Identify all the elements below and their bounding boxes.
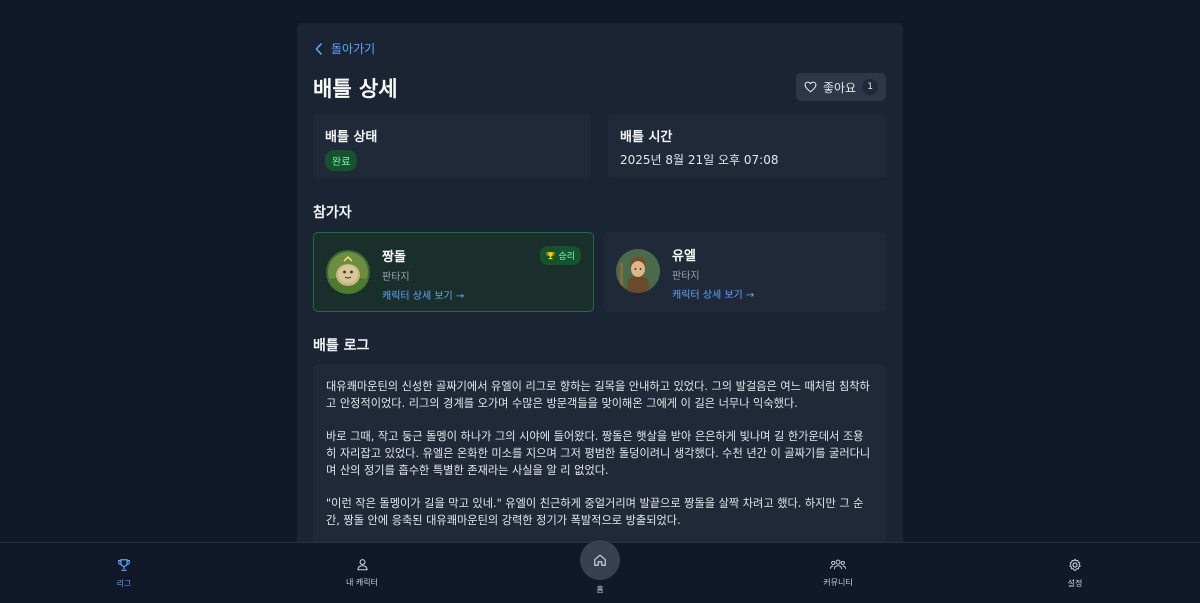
participant-card[interactable]: 유엘 판타지 캐릭터 상세 보기 → <box>604 232 886 312</box>
log-paragraph: "이런 작은 돌멩이가 길을 막고 있네." 유엘이 친근하게 중얼거리며 발끝… <box>326 497 864 527</box>
log-paragraph: 바로 그때, 작고 둥근 돌멩이 하나가 그의 시야에 들어왔다. 짱돌은 햇살… <box>326 430 871 477</box>
page-title: 배틀 상세 <box>313 77 398 101</box>
back-label: 돌아가기 <box>331 42 376 56</box>
character-detail-link[interactable]: 캐릭터 상세 보기 → <box>672 286 754 301</box>
nav-label-community: 커뮤니티 <box>823 578 853 587</box>
participant-name: 짱돌 <box>382 250 406 265</box>
battle-status-label: 배틀 상태 <box>325 130 378 145</box>
like-count: 1 <box>862 79 879 95</box>
participant-world: 판타지 <box>672 271 700 282</box>
nav-label-home: 홈 <box>596 585 604 594</box>
battle-time-label: 배틀 시간 <box>620 130 673 145</box>
trophy-icon <box>118 558 130 571</box>
nav-item-settings[interactable]: 설정 <box>1015 543 1135 603</box>
nav-label-settings: 설정 <box>1067 578 1083 588</box>
participant-world: 판타지 <box>382 272 410 283</box>
back-link[interactable]: 돌아가기 <box>315 40 375 57</box>
bottom-nav: 리그 내 캐릭터 홈 커뮤니티 설정 <box>0 540 1200 603</box>
nav-item-league[interactable]: 리그 <box>64 543 184 603</box>
battle-log-heading: 배틀 로그 <box>313 338 370 354</box>
participant-card-winner[interactable]: 짱돌 판타지 캐릭터 상세 보기 → 승리 <box>313 232 594 312</box>
trophy-icon <box>546 252 555 260</box>
nav-label-my-character: 내 캐릭터 <box>346 578 378 587</box>
log-paragraph: 대유쾌마운틴의 신성한 골짜기에서 유엘이 리그로 향하는 길목을 안내하고 있… <box>326 380 870 410</box>
battle-log: 대유쾌마운틴의 신성한 골짜기에서 유엘이 리그로 향하는 길목을 안내하고 있… <box>313 364 886 563</box>
gear-icon <box>1069 558 1081 571</box>
nav-item-my-character[interactable]: 내 캐릭터 <box>302 543 422 603</box>
winner-label: 승리 <box>558 252 575 262</box>
avatar <box>616 249 660 293</box>
nav-label-league: 리그 <box>116 578 132 588</box>
like-label: 좋아요 <box>822 80 857 95</box>
participants-heading: 참가자 <box>313 205 352 221</box>
battle-status-card: 배틀 상태 완료 <box>313 114 591 178</box>
participant-name: 유엘 <box>672 249 696 264</box>
like-button[interactable]: 좋아요 1 <box>796 73 886 101</box>
status-badge: 완료 <box>325 150 358 171</box>
avatar <box>326 250 370 294</box>
users-icon <box>830 559 846 570</box>
winner-badge: 승리 <box>540 246 581 265</box>
nav-item-community[interactable]: 커뮤니티 <box>778 543 898 603</box>
nav-item-home[interactable] <box>580 540 620 580</box>
battle-detail-panel: 돌아가기 배틀 상세 좋아요 1 배틀 상태 완료 배틀 시간 2025년 8월… <box>297 23 903 563</box>
home-icon <box>594 554 606 566</box>
heart-icon <box>804 81 817 93</box>
battle-time-card: 배틀 시간 2025년 8월 21일 오후 07:08 <box>608 114 886 178</box>
chevron-left-icon <box>315 42 322 55</box>
user-icon <box>357 559 367 571</box>
character-detail-link[interactable]: 캐릭터 상세 보기 → <box>382 287 464 302</box>
battle-time-value: 2025년 8월 21일 오후 07:08 <box>620 153 779 167</box>
